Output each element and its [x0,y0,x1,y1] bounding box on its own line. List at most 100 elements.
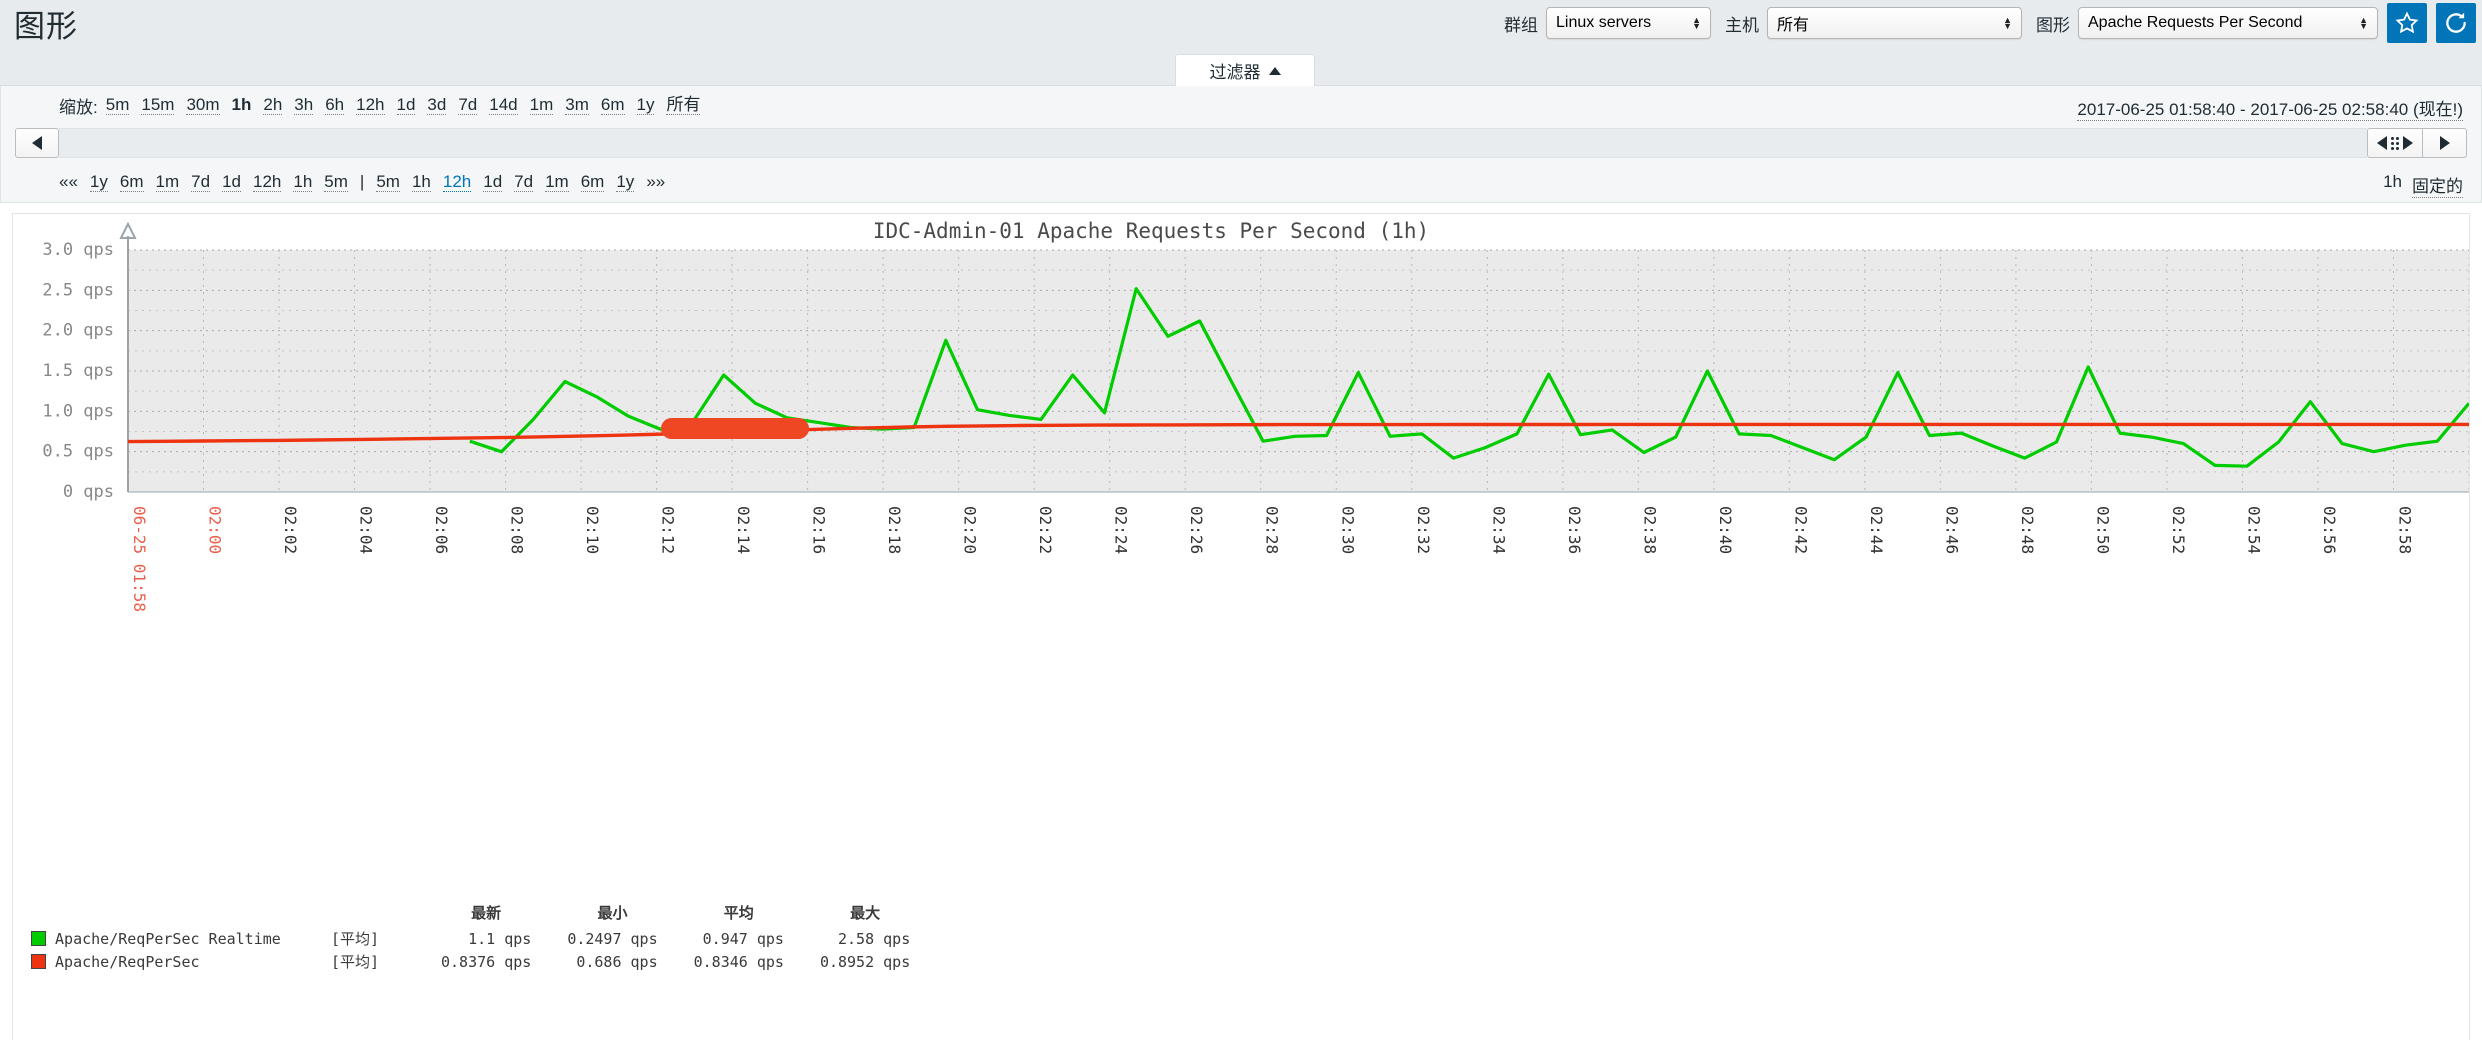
host-select[interactable]: 所有 ▲▼ [1767,7,2022,39]
scroll-left-button[interactable] [15,128,59,158]
x-tick-label: 02:02 [281,506,300,554]
tab-filter-label: 过滤器 [1210,58,1261,83]
zoom-link-14d[interactable]: 14d [489,95,517,115]
zoom-link-1d[interactable]: 1d [397,95,416,115]
period-fixed-info: 1h 固定的 [2383,172,2463,198]
x-tick-label: 02:48 [2018,506,2037,554]
legend-table: 最新 最小 平均 最大 Apache/ReqPerSec Realtime[平均… [13,902,928,973]
x-tick-label: 02:30 [1338,506,1357,554]
nav-back-link-7d[interactable]: 7d [191,172,210,192]
graph-select[interactable]: Apache Requests Per Second ▲▼ [2078,7,2378,39]
x-tick-label: 02:10 [583,506,602,554]
nav-back-link-1h[interactable]: 1h [293,172,312,192]
zoom-link-30m[interactable]: 30m [186,95,219,115]
scroll-track[interactable] [59,128,2367,158]
time-nav-row: «« 1y6m1m7d1d12h1h5m | 5m1h12h1d7d1m6m1y… [1,162,2481,202]
zoom-link-所有[interactable]: 所有 [666,95,700,115]
legend-row: Apache/ReqPerSec Realtime[平均]1.1 qps0.24… [13,927,928,950]
chevron-updown-icon: ▲▼ [1692,17,1701,29]
x-tick-label: 02:50 [2093,506,2112,554]
scroll-right-button[interactable] [2423,128,2467,158]
x-tick-label: 02:38 [1640,506,1659,554]
chevron-updown-icon: ▲▼ [2359,17,2368,29]
triangle-right-icon [2403,136,2413,150]
zoom-link-6m[interactable]: 6m [601,95,625,115]
favorite-button[interactable] [2387,3,2427,43]
graph-select-value: Apache Requests Per Second [2088,14,2302,32]
legend-min: 0.686 qps [549,950,675,973]
star-icon [2395,11,2419,35]
y-tick-label: 2.5 qps [42,280,114,300]
caret-up-icon [1269,67,1281,75]
x-tick-label: 02:54 [2244,506,2263,554]
nav-back-link-1m[interactable]: 1m [156,172,180,192]
legend-aggregate: [平均] [313,950,423,973]
nav-back-link-1y[interactable]: 1y [90,172,108,192]
zoom-link-3d[interactable]: 3d [427,95,446,115]
nav-back-link-12h[interactable]: 12h [253,172,281,192]
nav-fwd-link-5m[interactable]: 5m [376,172,400,192]
nav-back-link-5m[interactable]: 5m [324,172,348,192]
legend-row: Apache/ReqPerSec[平均]0.8376 qps0.686 qps0… [13,950,928,973]
zoom-link-6h[interactable]: 6h [325,95,344,115]
timeline-scrollbar[interactable] [1,124,2481,162]
group-select[interactable]: Linux servers ▲▼ [1546,7,1711,39]
nav-prev-chevron[interactable]: «« [59,172,78,192]
tab-filter[interactable]: 过滤器 [1175,54,1315,86]
x-tick-label: 02:06 [432,506,451,554]
nav-back-link-6m[interactable]: 6m [120,172,144,192]
nav-fwd-link-6m[interactable]: 6m [581,172,605,192]
time-filter-panel: 缩放: 5m15m30m1h2h3h6h12h1d3d7d14d1m3m6m1y… [0,86,2482,203]
nav-fwd-link-1h[interactable]: 1h [412,172,431,192]
zoom-link-1y[interactable]: 1y [637,95,655,115]
date-range-display[interactable]: 2017-06-25 01:58:40 - 2017-06-25 02:58:4… [2077,95,2463,121]
legend-max: 0.8952 qps [802,950,928,973]
x-tick-label: 02:18 [885,506,904,554]
legend-series-name: Apache/ReqPerSec [13,950,313,973]
legend-max: 2.58 qps [802,927,928,950]
graph-legend: 最新 最小 平均 最大 Apache/ReqPerSec Realtime[平均… [13,902,2469,973]
x-tick-label: 06-25 01:58 [130,506,149,612]
triangle-left-icon [32,136,42,150]
zoom-link-12h[interactable]: 12h [356,95,384,115]
legend-avg: 0.947 qps [676,927,802,950]
y-tick-label: 1.0 qps [42,401,114,421]
nav-back-link-1d[interactable]: 1d [222,172,241,192]
x-tick-label: 02:08 [508,506,527,554]
legend-avg: 0.8346 qps [676,950,802,973]
graph-svg: 3.0 qps2.5 qps2.0 qps1.5 qps1.0 qps0.5 q… [13,214,2469,914]
chevron-updown-icon: ▲▼ [2003,17,2012,29]
nav-fwd-link-7d[interactable]: 7d [514,172,533,192]
period-value: 1h [2383,172,2402,198]
x-tick-label: 02:56 [2320,506,2339,554]
zoom-link-5m[interactable]: 5m [106,95,130,115]
zoom-link-3h[interactable]: 3h [294,95,313,115]
zoom-label: 缩放: [59,93,98,118]
nav-fwd-link-12h[interactable]: 12h [443,172,471,192]
zoom-link-15m[interactable]: 15m [141,95,174,115]
x-tick-label: 02:22 [1036,506,1055,554]
nav-fwd-link-1m[interactable]: 1m [545,172,569,192]
legend-series-label: Apache/ReqPerSec [55,953,200,971]
zoom-link-7d[interactable]: 7d [458,95,477,115]
x-tick-label: 02:32 [1414,506,1433,554]
graph-card: 3.0 qps2.5 qps2.0 qps1.5 qps1.0 qps0.5 q… [12,213,2470,1040]
zoom-link-1h[interactable]: 1h [232,95,252,114]
zoom-link-2h[interactable]: 2h [263,95,282,115]
zoom-row: 缩放: 5m 15m 30m 1h 2h 3h 6h 12h 1d 3d 7d 14d 1m 3m 6m 1y… [1,86,2481,124]
nav-fwd-link-1d[interactable]: 1d [483,172,502,192]
zoom-links: 5m 15m 30m 1h 2h 3h 6h 12h 1d 3d 7d 14d 1m 3m 6m 1y 所有 [106,95,713,115]
legend-body: Apache/ReqPerSec Realtime[平均]1.1 qps0.24… [13,927,928,973]
legend-header-row: 最新 最小 平均 最大 [13,902,928,927]
range-resize-handle[interactable] [2367,128,2423,158]
zoom-link-1m[interactable]: 1m [530,95,554,115]
refresh-icon [2443,10,2469,36]
nav-next-chevron[interactable]: »» [646,172,665,192]
zoom-link-3m[interactable]: 3m [565,95,589,115]
refresh-button[interactable] [2436,3,2476,43]
nav-left-links: 1y 6m 1m 7d 1d 12h 1h 5m [90,172,360,192]
y-tick-label: 1.5 qps [42,361,114,381]
fixed-toggle[interactable]: 固定的 [2412,172,2463,198]
legend-last: 0.8376 qps [423,950,549,973]
nav-fwd-link-1y[interactable]: 1y [616,172,634,192]
